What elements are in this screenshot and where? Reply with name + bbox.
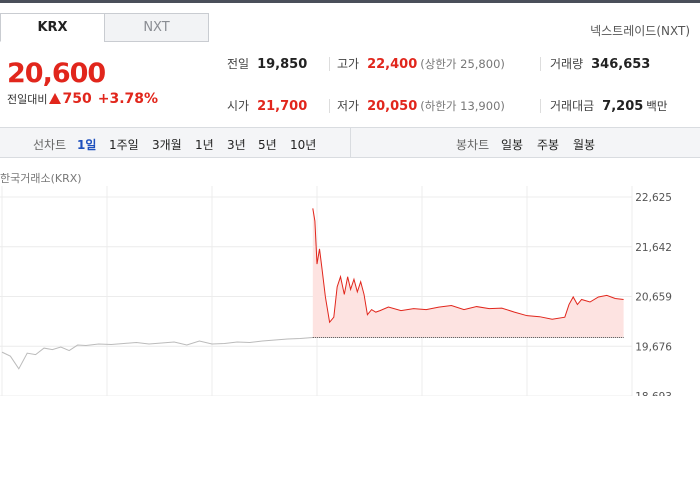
chart-toolbar: 선차트 1일 1주일 3개월 1년 3년 5년 10년 봉차트 일봉 주봉 월봉: [0, 127, 700, 158]
intraday-chart: 22,625 21,642 20,659 19,676 18,693: [0, 186, 672, 396]
change-percent: +3.78%: [97, 91, 159, 107]
y-tick-label: 18,693: [635, 391, 672, 396]
top-border: [0, 0, 700, 3]
chart-area: [312, 208, 624, 338]
range-1w[interactable]: 1주일: [109, 136, 139, 153]
stat-label: 시가: [227, 99, 250, 113]
stat-prev-close: 전일 19,850: [227, 55, 307, 72]
stat-low: 저가 20,050 (하한가 13,900): [337, 97, 505, 114]
y-tick-label: 22,625: [635, 192, 672, 204]
stat-label: 고가: [337, 57, 360, 71]
stat-label: 거래대금: [550, 99, 595, 113]
change-label: 전일대비: [7, 93, 48, 106]
stat-value: 7,205: [602, 99, 644, 114]
stat-value: 19,850: [257, 57, 308, 72]
stat-value: 22,400: [367, 57, 418, 72]
divider: [329, 99, 330, 113]
range-10y[interactable]: 10년: [290, 136, 316, 153]
range-1y[interactable]: 1년: [195, 136, 214, 153]
range-3m[interactable]: 3개월: [152, 136, 182, 153]
previous-day-price-line: [1, 336, 313, 370]
candle-monthly[interactable]: 월봉: [573, 136, 595, 153]
upper-limit: (상한가 25,800): [420, 57, 505, 71]
stat-value: 346,653: [591, 57, 651, 72]
today-fill-area: [312, 208, 624, 338]
toolbar-divider: [350, 128, 351, 158]
stat-value: 21,700: [257, 99, 308, 114]
chart-source-label: 한국거래소(KRX): [0, 172, 82, 185]
divider: [329, 57, 330, 71]
nxt-link[interactable]: 넥스트레이드(NXT): [590, 22, 690, 39]
line-chart-label: 선차트: [33, 138, 67, 152]
range-3y[interactable]: 3년: [227, 136, 246, 153]
y-axis-ticks: 22,625 21,642 20,659 19,676 18,693: [635, 192, 672, 396]
candle-chart-label: 봉차트: [456, 138, 490, 152]
stats-panel: 전일 19,850 고가 22,400 (상한가 25,800) 거래량 346,653…: [210, 45, 700, 123]
stat-high: 고가 22,400 (상한가 25,800): [337, 55, 505, 72]
stat-amount: 거래대금 7,205 백만: [550, 97, 667, 114]
stat-unit: 백만: [646, 99, 668, 113]
candle-daily[interactable]: 일봉: [501, 136, 523, 153]
current-price: 20,600: [7, 58, 106, 89]
y-tick-label: 20,659: [635, 292, 672, 304]
up-arrow-icon: [49, 93, 62, 104]
stat-label: 전일: [227, 57, 250, 71]
range-1d[interactable]: 1일: [77, 136, 96, 153]
change-value: 750: [62, 91, 92, 107]
tab-nxt[interactable]: NXT: [104, 13, 209, 42]
stat-label: 저가: [337, 99, 360, 113]
divider: [540, 99, 541, 113]
stat-volume: 거래량 346,653: [550, 55, 650, 72]
tab-krx[interactable]: KRX: [0, 13, 105, 42]
lower-limit: (하한가 13,900): [420, 99, 505, 113]
price-block: 20,600 전일대비 750 +3.78%: [7, 58, 158, 107]
divider: [540, 57, 541, 71]
stat-label: 거래량: [550, 57, 584, 71]
range-5y[interactable]: 5년: [258, 136, 277, 153]
y-tick-label: 21,642: [635, 242, 672, 254]
candle-weekly[interactable]: 주봉: [537, 136, 559, 153]
change-row: 전일대비 750 +3.78%: [7, 91, 158, 107]
y-tick-label: 19,676: [635, 341, 672, 353]
stat-value: 20,050: [367, 99, 418, 114]
stat-open: 시가 21,700: [227, 97, 307, 114]
